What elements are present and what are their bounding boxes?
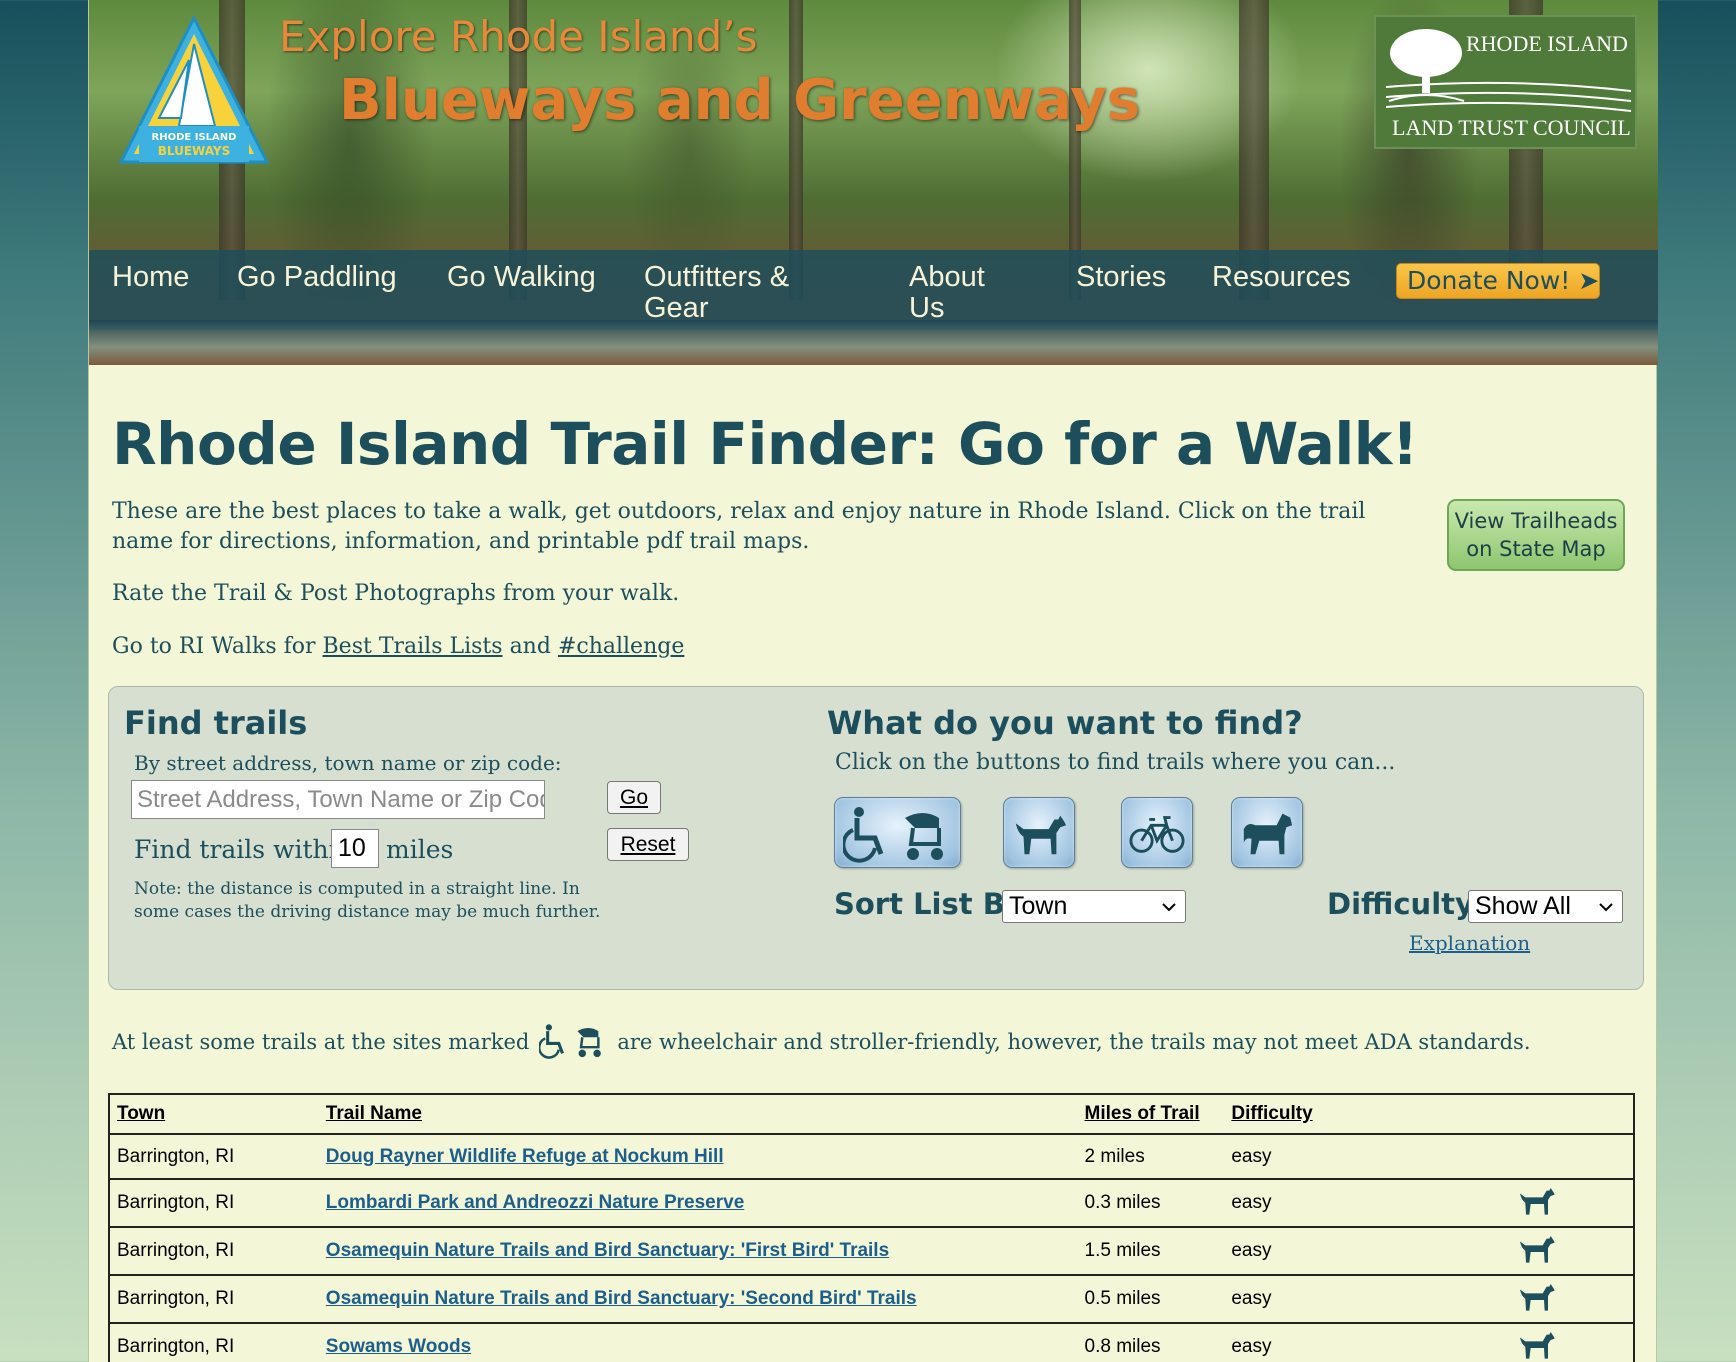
cell-town: Barrington, RI — [109, 1178, 319, 1227]
partner-logo-line1: RHODE ISLAND — [1466, 31, 1628, 56]
cell-town: Barrington, RI — [109, 1322, 319, 1362]
col-header-miles[interactable]: Miles of Trail — [1077, 1093, 1225, 1134]
donate-button[interactable]: Donate Now! ➤ — [1396, 263, 1600, 299]
reset-button[interactable]: Reset — [607, 828, 689, 861]
cell-miles: 0.5 miles — [1077, 1274, 1225, 1323]
distance-note: Note: the distance is computed in a stra… — [134, 879, 601, 922]
within-label: Find trails within — [134, 835, 353, 864]
nav-outfitters[interactable]: Outfitters & Gear — [644, 262, 844, 324]
logo-text-2: BLUEWAYS — [158, 144, 230, 158]
table-row: Barrington, RI Sowams Woods 0.8 miles ea… — [109, 1322, 1634, 1362]
trail-link[interactable]: Lombardi Park and Andreozzi Nature Prese… — [326, 1192, 744, 1213]
nav-home[interactable]: Home — [112, 262, 189, 293]
cell-town: Barrington, RI — [109, 1226, 319, 1275]
trails-table: Town Trail Name Miles of Trail Difficult… — [108, 1093, 1635, 1362]
filter-wheelchair-stroller-button[interactable] — [834, 797, 961, 868]
dog-icon — [1520, 1332, 1555, 1359]
miles-input[interactable] — [331, 829, 379, 868]
nav-go-walking[interactable]: Go Walking — [447, 262, 596, 293]
nav-stories[interactable]: Stories — [1076, 262, 1166, 293]
trail-link[interactable]: Osamequin Nature Trails and Bird Sanctua… — [326, 1240, 889, 1261]
nav-about-us[interactable]: About Us — [909, 262, 1009, 324]
land-trust-council-logo[interactable]: RHODE ISLAND LAND TRUST COUNCIL — [1374, 15, 1637, 149]
site-title-line1: Explore Rhode Island’s — [279, 12, 758, 61]
dog-icon — [1015, 815, 1067, 855]
logo-text-1: RHODE ISLAND — [152, 132, 237, 143]
table-row: Barrington, RI Osamequin Nature Trails a… — [109, 1226, 1634, 1275]
col-header-trail-name[interactable]: Trail Name — [318, 1093, 1078, 1134]
cell-difficulty: easy — [1224, 1226, 1440, 1275]
bicycle-icon — [1129, 816, 1185, 853]
difficulty-label: Difficulty: — [1327, 887, 1486, 921]
cell-town: Barrington, RI — [109, 1274, 319, 1323]
cell-town: Barrington, RI — [109, 1133, 319, 1179]
wheelchair-stroller-icon — [538, 1022, 607, 1065]
explanation-link[interactable]: Explanation — [1409, 931, 1530, 955]
page-title: Rhode Island Trail Finder: Go for a Walk… — [112, 410, 1418, 478]
partner-logo-line2: LAND TRUST COUNCIL — [1392, 115, 1631, 140]
intro-paragraph: These are the best places to take a walk… — [112, 499, 1366, 554]
sort-select[interactable]: Town — [1002, 890, 1186, 923]
table-row: Barrington, RI Lombardi Park and Andreoz… — [109, 1178, 1634, 1227]
cell-difficulty: easy — [1224, 1274, 1440, 1323]
table-header-row: Town Trail Name Miles of Trail Difficult… — [109, 1093, 1634, 1134]
trail-link[interactable]: Doug Rayner Wildlife Refuge at Nockum Hi… — [326, 1146, 724, 1167]
cell-difficulty: easy — [1224, 1322, 1440, 1362]
trail-link[interactable]: Osamequin Nature Trails and Bird Sanctua… — [326, 1288, 917, 1309]
go-button[interactable]: Go — [607, 781, 661, 814]
table-row: Barrington, RI Doug Rayner Wildlife Refu… — [109, 1133, 1634, 1179]
what-heading: What do you want to find? — [827, 704, 1303, 742]
miles-label: miles — [386, 835, 454, 864]
dog-icon — [1520, 1188, 1555, 1215]
cell-miles: 0.8 miles — [1077, 1322, 1225, 1362]
difficulty-select[interactable]: Show All — [1468, 890, 1623, 923]
ri-walks-line: Go to RI Walks for Best Trails Lists and… — [112, 634, 685, 659]
dog-icon — [1520, 1236, 1555, 1263]
rate-trail-text: Rate the Trail & Post Photographs from y… — [112, 581, 680, 606]
find-trails-panel: Find trails By street address, town name… — [108, 686, 1644, 990]
nav-resources[interactable]: Resources — [1212, 262, 1351, 293]
main-nav: Home Go Paddling Go Walking Outfitters &… — [89, 250, 1658, 330]
cell-miles: 1.5 miles — [1077, 1226, 1225, 1275]
nav-go-paddling[interactable]: Go Paddling — [237, 262, 397, 293]
site-title-line2: Blueways and Greenways — [339, 68, 1141, 133]
horse-icon — [1243, 813, 1293, 855]
dog-icon — [1520, 1284, 1555, 1311]
header-banner: RHODE ISLAND BLUEWAYS Explore Rhode Isla… — [89, 0, 1658, 365]
blueways-logo[interactable]: RHODE ISLAND BLUEWAYS — [119, 14, 269, 164]
find-trails-heading: Find trails — [124, 704, 308, 742]
col-header-difficulty[interactable]: Difficulty — [1224, 1093, 1440, 1134]
filter-dog-button[interactable] — [1003, 797, 1075, 868]
page-container: RHODE ISLAND BLUEWAYS Explore Rhode Isla… — [88, 0, 1658, 1362]
col-header-town[interactable]: Town — [109, 1093, 319, 1134]
filter-bicycle-button[interactable] — [1121, 797, 1193, 868]
cell-miles: 2 miles — [1077, 1133, 1225, 1179]
challenge-link[interactable]: #challenge — [558, 634, 684, 659]
cell-difficulty: easy — [1224, 1178, 1440, 1227]
cell-difficulty: easy — [1224, 1133, 1440, 1179]
filter-horse-button[interactable] — [1231, 797, 1303, 868]
address-label: By street address, town name or zip code… — [134, 751, 562, 775]
trail-link[interactable]: Sowams Woods — [326, 1336, 471, 1357]
address-input[interactable] — [131, 780, 545, 819]
ada-note: At least some trails at the sites marked… — [112, 1022, 1531, 1065]
cell-miles: 0.3 miles — [1077, 1178, 1225, 1227]
table-row: Barrington, RI Osamequin Nature Trails a… — [109, 1274, 1634, 1323]
chevron-down-icon — [1162, 903, 1176, 912]
best-trails-link[interactable]: Best Trails Lists — [323, 634, 503, 659]
wheelchair-stroller-icon — [843, 807, 943, 863]
chevron-down-icon — [1599, 903, 1613, 912]
hills-icon — [1386, 81, 1632, 112]
what-subtitle: Click on the buttons to find trails wher… — [835, 750, 1396, 775]
view-trailheads-map-button[interactable]: View Trailheads on State Map — [1447, 499, 1625, 571]
